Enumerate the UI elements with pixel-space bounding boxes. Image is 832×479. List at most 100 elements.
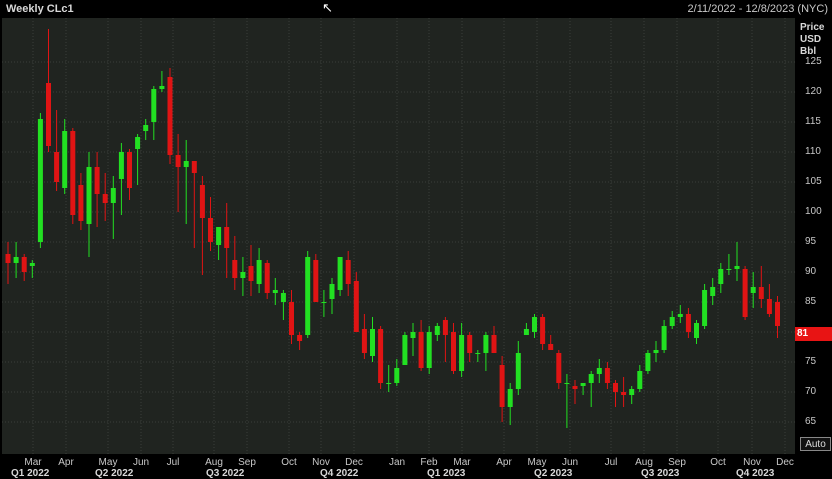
candle-body [442,320,448,335]
candle-body [46,83,51,146]
candle [175,134,181,212]
candle-body [151,89,157,122]
candle-body [280,293,286,302]
candle-body [175,155,181,167]
candle [313,254,319,302]
candle-body [272,290,278,293]
candle [110,176,116,239]
candle-body [37,119,43,242]
candle-body [459,335,465,371]
quarter-label: Q2 2022 [95,468,134,479]
candle [280,290,286,320]
candle [548,335,554,350]
candle-body [718,269,724,284]
candle [459,323,465,377]
auto-scale-button[interactable]: Auto [800,437,831,451]
candle-body [532,317,537,332]
candle [742,266,748,320]
month-label: Aug [635,457,653,468]
candle-body [507,389,513,407]
candle-body [305,257,311,335]
axis-title-line: Price [800,22,825,33]
candle [499,356,505,422]
y-tick-label: 115 [805,116,821,127]
candle-body [758,287,764,299]
candle-body [70,131,76,215]
candle-body [604,368,610,383]
candle-body [734,266,740,269]
candle [167,68,173,164]
candle [208,197,213,251]
candle [370,317,375,362]
candle [426,326,432,374]
candle [305,251,311,338]
candle [289,290,294,344]
candle-body [78,185,84,221]
candle-body [710,287,716,296]
last-price-label: 81 [797,328,809,339]
candle [750,272,756,308]
candle-body [661,326,667,350]
candle-body [361,329,367,353]
candle [580,383,586,395]
candle [604,362,610,389]
candle [46,29,51,152]
candle-body [402,335,408,365]
candle-body [199,185,205,218]
candle-body [167,77,173,155]
month-label: Aug [205,457,223,468]
y-tick-label: 105 [805,176,822,187]
candle [677,305,683,323]
candle-body [653,350,659,353]
candle-body [135,137,141,149]
month-label: Apr [58,457,74,468]
candle [467,332,473,362]
candle-body [118,152,124,179]
quarter-label: Q1 2023 [427,468,466,479]
candle [5,242,11,284]
candle-body [386,383,392,384]
candle [629,386,635,404]
chart-header: Weekly CLc1 2/11/2022 - 12/8/2023 (NYC) [0,0,832,18]
y-tick-label: 75 [805,356,817,367]
candle [451,323,456,374]
candle-body [694,323,699,338]
candle [661,320,667,353]
candle [402,332,408,365]
candle [127,149,132,200]
candle-body [726,269,732,270]
candle [637,365,643,392]
month-label: Dec [345,457,363,468]
month-label: Oct [710,457,726,468]
candle-body [418,332,424,368]
axis-title: Price USD Bbl [800,22,824,58]
candle [329,278,335,314]
candle [572,380,578,404]
candle [21,254,27,281]
y-tick-label: 125 [805,56,822,67]
candle [588,371,594,407]
candle [645,350,651,374]
candle [726,254,732,275]
candle-body [556,353,562,383]
candle [532,314,537,338]
candle [272,278,278,305]
candle [564,374,570,428]
candle-body [499,365,505,407]
candle-body [742,269,748,317]
candle-body [110,188,116,203]
candle [94,152,100,227]
candle-body [313,260,319,302]
candle-body [426,332,432,368]
quarter-label: Q4 2023 [736,468,775,479]
candle-body [62,131,68,188]
candle [216,227,222,260]
y-tick-label: 70 [805,386,817,397]
candle [491,326,497,353]
candle [596,359,602,383]
candle-body [637,371,643,389]
candle [685,308,691,338]
date-range[interactable]: 2/11/2022 - 12/8/2023 (NYC) [688,3,828,15]
candle-body [775,302,780,326]
candle-body [216,227,222,245]
